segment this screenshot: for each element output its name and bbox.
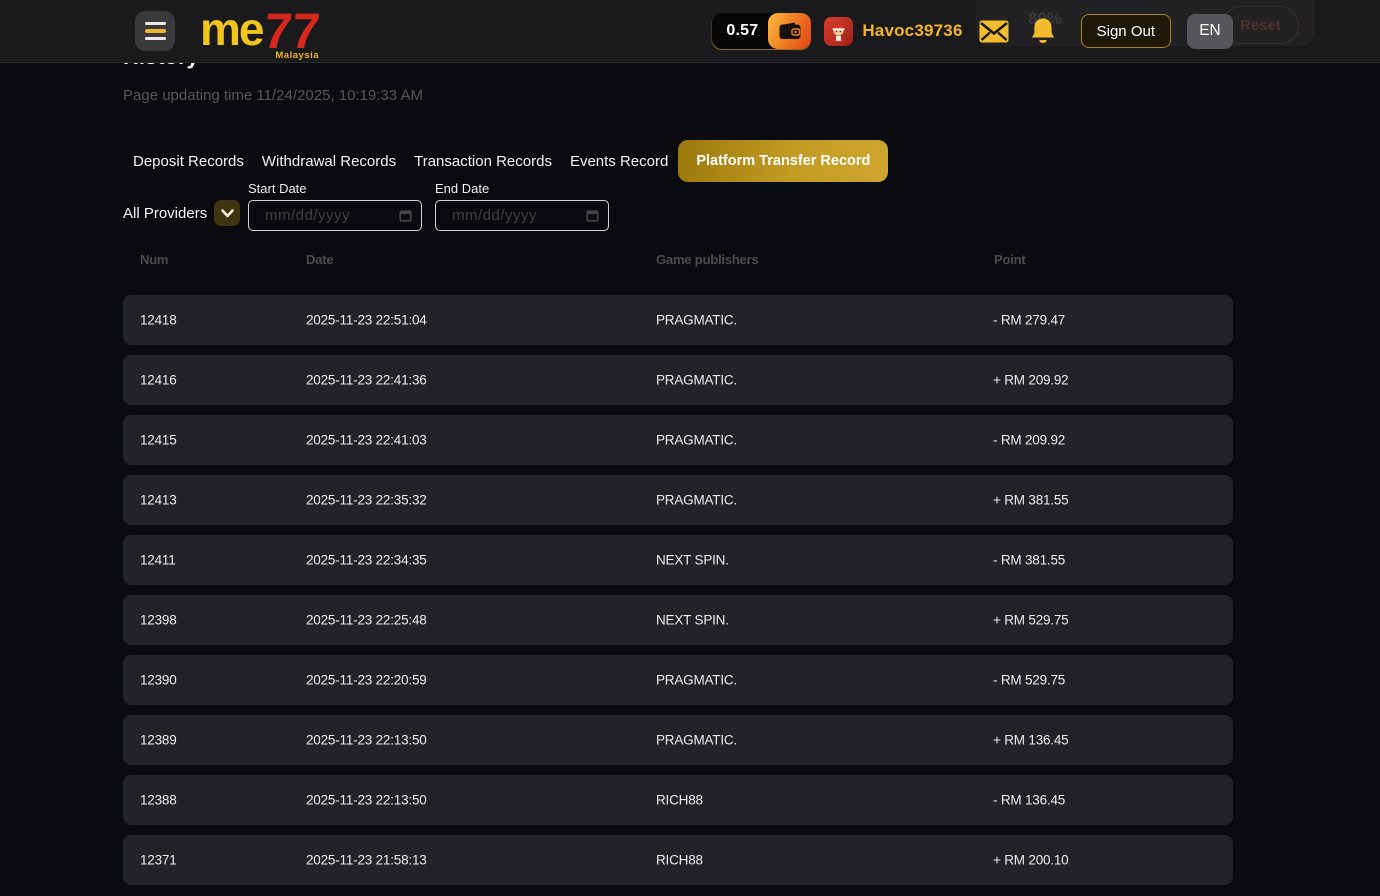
cell-point: - RM 529.75 [993,673,1065,688]
wallet-balance[interactable]: 0.57 [712,13,811,49]
cell-num: 12398 [140,613,177,628]
cell-num: 12416 [140,373,177,388]
cell-point: + RM 529.75 [993,613,1068,628]
cell-num: 12411 [140,553,176,568]
cell-publisher: PRAGMATIC. [656,673,737,688]
avatar[interactable] [824,17,853,46]
cell-num: 12413 [140,493,177,508]
table-row: 12390 2025-11-23 22:20:59 PRAGMATIC. - R… [123,655,1233,705]
username[interactable]: Havoc39736 [862,21,962,41]
balance-amount: 0.57 [726,22,758,40]
end-date-input[interactable] [435,200,609,231]
notifications-button[interactable] [1030,17,1056,46]
bell-icon [1030,17,1056,46]
chevron-down-icon [221,209,234,218]
cell-publisher: NEXT SPIN. [656,553,729,568]
cell-date: 2025-11-23 22:25:48 [306,613,427,628]
brand-logo[interactable]: me 77Malaysia [200,6,320,56]
cell-publisher: PRAGMATIC. [656,493,737,508]
tab-withdrawal-records[interactable]: Withdrawal Records [253,153,405,170]
cell-point: + RM 200.10 [993,853,1068,868]
start-date-input[interactable] [248,200,422,231]
cell-date: 2025-11-23 22:41:36 [306,373,427,388]
column-header-point: Point [994,252,1026,267]
column-header-num: Num [140,252,168,267]
tab-transaction-records[interactable]: Transaction Records [405,153,561,170]
cell-point: + RM 209.92 [993,373,1068,388]
menu-button[interactable] [135,11,175,51]
cell-date: 2025-11-23 22:34:35 [306,553,427,568]
cell-num: 12390 [140,673,177,688]
tab-deposit-records[interactable]: Deposit Records [124,153,253,170]
page-updating-time: Page updating time 11/24/2025, 10:19:33 … [123,87,423,104]
cell-point: - RM 381.55 [993,553,1065,568]
start-date-label: Start Date [248,181,422,196]
cell-publisher: PRAGMATIC. [656,433,737,448]
cell-point: - RM 209.92 [993,433,1065,448]
zoom-reset-button[interactable]: Reset [1222,6,1299,44]
table-row: 12398 2025-11-23 22:25:48 NEXT SPIN. + R… [123,595,1233,645]
cell-date: 2025-11-23 22:13:50 [306,733,427,748]
table-row: 12371 2025-11-23 21:58:13 RICH88 + RM 20… [123,835,1233,885]
cell-publisher: RICH88 [656,853,703,868]
table-row: 12418 2025-11-23 22:51:04 PRAGMATIC. - R… [123,295,1233,345]
cell-point: - RM 279.47 [993,313,1065,328]
cell-num: 12415 [140,433,177,448]
column-header-date: Date [306,252,333,267]
cell-num: 12389 [140,733,177,748]
table-row: 12388 2025-11-23 22:13:50 RICH88 - RM 13… [123,775,1233,825]
cell-num: 12418 [140,313,177,328]
tab-events-record[interactable]: Events Record [561,153,677,170]
column-header-game-publishers: Game publishers [656,252,758,267]
end-date-label: End Date [435,181,609,196]
table-row: 12415 2025-11-23 22:41:03 PRAGMATIC. - R… [123,415,1233,465]
cell-date: 2025-11-23 22:13:50 [306,793,427,808]
provider-dropdown-label: All Providers [123,205,207,222]
history-tabs: Deposit Records Withdrawal Records Trans… [124,140,888,182]
table-row: 12411 2025-11-23 22:34:35 NEXT SPIN. - R… [123,535,1233,585]
cell-publisher: NEXT SPIN. [656,613,729,628]
top-navbar: me 77Malaysia 80% − + Reset 0.57 [0,0,1380,63]
tab-platform-transfer-record[interactable]: Platform Transfer Record [678,140,888,182]
hamburger-icon [145,22,166,26]
cell-publisher: PRAGMATIC. [656,733,737,748]
cell-date: 2025-11-23 22:41:03 [306,433,427,448]
cell-date: 2025-11-23 22:51:04 [306,313,427,328]
cell-date: 2025-11-23 21:58:13 [306,853,427,868]
table-row: 12416 2025-11-23 22:41:36 PRAGMATIC. + R… [123,355,1233,405]
transfer-records-list: 12418 2025-11-23 22:51:04 PRAGMATIC. - R… [123,295,1233,895]
messages-button[interactable] [979,20,1009,43]
cell-point: - RM 136.45 [993,793,1065,808]
cell-publisher: RICH88 [656,793,703,808]
logo-subtitle: Malaysia [276,51,320,61]
cell-point: + RM 381.55 [993,493,1068,508]
cell-publisher: PRAGMATIC. [656,313,737,328]
cell-num: 12388 [140,793,177,808]
language-button[interactable]: EN [1187,14,1233,49]
table-row: 12389 2025-11-23 22:13:50 PRAGMATIC. + R… [123,715,1233,765]
provider-dropdown-button[interactable] [214,200,240,226]
cell-publisher: PRAGMATIC. [656,373,737,388]
provider-dropdown[interactable]: All Providers [123,198,240,228]
cell-date: 2025-11-23 22:35:32 [306,493,427,508]
table-row: 12413 2025-11-23 22:35:32 PRAGMATIC. + R… [123,475,1233,525]
sign-out-button[interactable]: Sign Out [1081,14,1171,48]
cell-date: 2025-11-23 22:20:59 [306,673,427,688]
cell-num: 12371 [140,853,177,868]
wallet-icon[interactable] [768,13,811,49]
cell-point: + RM 136.45 [993,733,1068,748]
mail-icon [979,20,1009,43]
